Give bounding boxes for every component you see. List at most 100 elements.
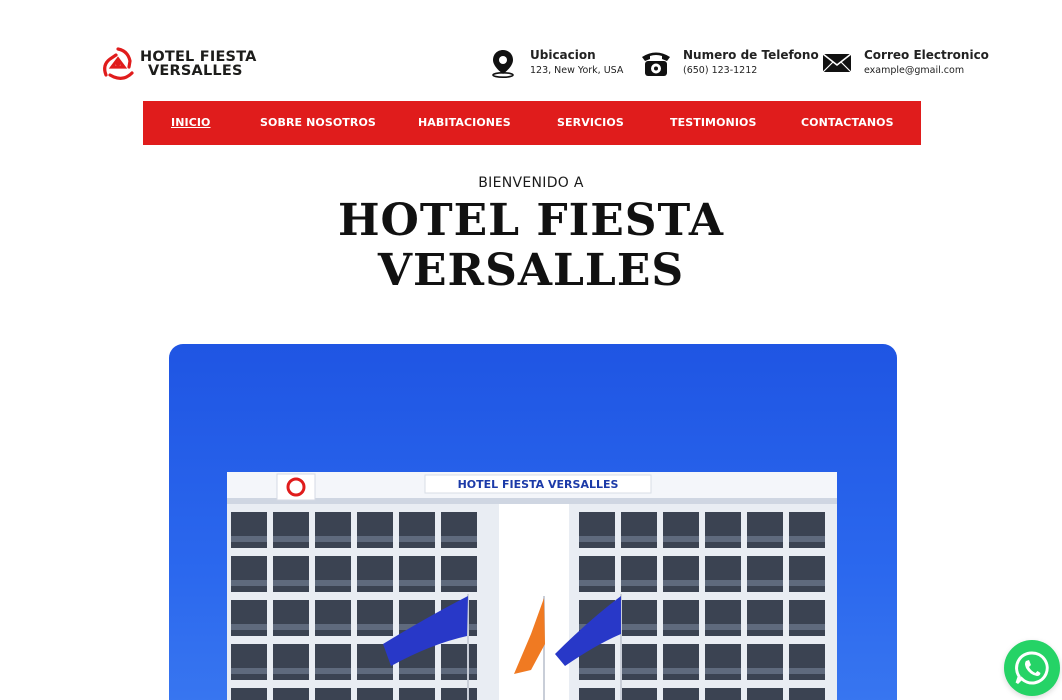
facade-window-sill <box>705 624 741 630</box>
contact-phone: Numero de Telefono (650) 123-1212 <box>639 46 819 80</box>
nav-item-servicios[interactable]: SERVICIOS <box>557 101 624 145</box>
page-title-line2: VERSALLES <box>377 245 685 296</box>
facade-window <box>705 688 741 700</box>
facade-window <box>399 688 435 700</box>
facade-window-sill <box>621 624 657 630</box>
facade-window <box>273 512 309 548</box>
nav-item-contactanos[interactable]: CONTACTANOS <box>801 101 894 145</box>
brand-logo[interactable]: HOTEL FIESTA VERSALLES <box>98 44 268 84</box>
facade-window <box>579 556 615 592</box>
contact-email: Correo Electronico example@gmail.com <box>820 46 989 80</box>
contact-email-detail: example@gmail.com <box>864 65 965 76</box>
facade-window-sill <box>315 580 351 586</box>
facade-window-sill <box>273 624 309 630</box>
facade-window-sill <box>231 580 267 586</box>
contact-location: Ubicacion 123, New York, USA <box>486 46 623 80</box>
nav-item-inicio[interactable]: INICIO <box>171 101 211 145</box>
facade-window <box>357 688 393 700</box>
facade-window <box>621 644 657 680</box>
facade-window-sill <box>399 580 435 586</box>
facade-window-sill <box>663 580 699 586</box>
facade-window <box>789 556 825 592</box>
facade-window <box>315 644 351 680</box>
facade-window <box>789 644 825 680</box>
facade-window <box>663 512 699 548</box>
facade-window <box>357 556 393 592</box>
facade-window-sill <box>789 536 825 542</box>
facade-window-sill <box>231 624 267 630</box>
facade-window <box>315 600 351 636</box>
facade-window <box>315 688 351 700</box>
facade-window <box>663 600 699 636</box>
facade-window <box>441 556 477 592</box>
facade-window <box>357 600 393 636</box>
brand-name-line1: HOTEL FIESTA <box>140 49 257 65</box>
facade-window-sill <box>705 536 741 542</box>
whatsapp-button[interactable] <box>1004 640 1060 696</box>
logo-emblem-icon <box>103 47 134 80</box>
facade-window <box>789 600 825 636</box>
facade-window-sill <box>663 536 699 542</box>
facade-window <box>231 688 267 700</box>
facade-window <box>705 600 741 636</box>
hotel-photo: HOTEL FIESTA VERSALLES <box>169 344 897 700</box>
facade-window-sill <box>663 624 699 630</box>
facade-window-sill <box>579 580 615 586</box>
facade-window-sill <box>705 580 741 586</box>
facade-window <box>273 688 309 700</box>
main-nav: INICIO SOBRE NOSOTROS HABITACIONES SERVI… <box>143 101 921 145</box>
facade-window-sill <box>273 580 309 586</box>
facade-window <box>399 556 435 592</box>
facade-window-sill <box>579 536 615 542</box>
facade-window <box>747 688 783 700</box>
welcome-text: BIENVENIDO A <box>478 175 584 191</box>
facade-window-sill <box>399 536 435 542</box>
facade-window-sill <box>789 624 825 630</box>
map-pin-icon <box>486 46 520 80</box>
facade-window-sill <box>621 668 657 674</box>
facade-window-sill <box>663 668 699 674</box>
facade-window-sill <box>789 668 825 674</box>
nav-item-habitaciones[interactable]: HABITACIONES <box>418 101 511 145</box>
facade-window-sill <box>399 668 435 674</box>
facade-window <box>663 556 699 592</box>
facade-window-sill <box>579 668 615 674</box>
page-title: HOTEL FIESTA VERSALLES <box>0 196 1062 296</box>
facade-window-sill <box>789 580 825 586</box>
facade-window <box>315 556 351 592</box>
facade-window <box>441 688 477 700</box>
telephone-icon <box>639 46 673 80</box>
facade-window-sill <box>747 624 783 630</box>
contact-phone-title: Numero de Telefono <box>683 48 819 62</box>
facade-window <box>705 512 741 548</box>
hotel-sign-text: HOTEL FIESTA VERSALLES <box>458 478 619 491</box>
facade-window <box>441 644 477 680</box>
whatsapp-icon <box>1015 651 1049 685</box>
facade-window-sill <box>747 536 783 542</box>
facade-window <box>273 600 309 636</box>
facade-window <box>579 512 615 548</box>
facade-window <box>579 688 615 700</box>
facade-window <box>747 600 783 636</box>
facade-window <box>273 556 309 592</box>
facade-window <box>399 512 435 548</box>
facade-window-sill <box>315 624 351 630</box>
nav-item-testimonios[interactable]: TESTIMONIOS <box>670 101 757 145</box>
facade-window-sill <box>231 668 267 674</box>
facade-window <box>789 688 825 700</box>
page-title-line1: HOTEL FIESTA <box>337 195 725 246</box>
nav-item-sobre-nosotros[interactable]: SOBRE NOSOTROS <box>260 101 376 145</box>
contact-location-title: Ubicacion <box>530 48 596 62</box>
facade-window-sill <box>273 668 309 674</box>
facade-window <box>231 512 267 548</box>
facade-window <box>705 644 741 680</box>
facade-window-sill <box>621 536 657 542</box>
facade-window <box>273 644 309 680</box>
facade-window-sill <box>747 668 783 674</box>
facade-window-sill <box>441 668 477 674</box>
facade-window-sill <box>705 668 741 674</box>
facade-window <box>663 688 699 700</box>
facade-window-sill <box>315 536 351 542</box>
facade-window <box>357 512 393 548</box>
facade-window-sill <box>357 580 393 586</box>
